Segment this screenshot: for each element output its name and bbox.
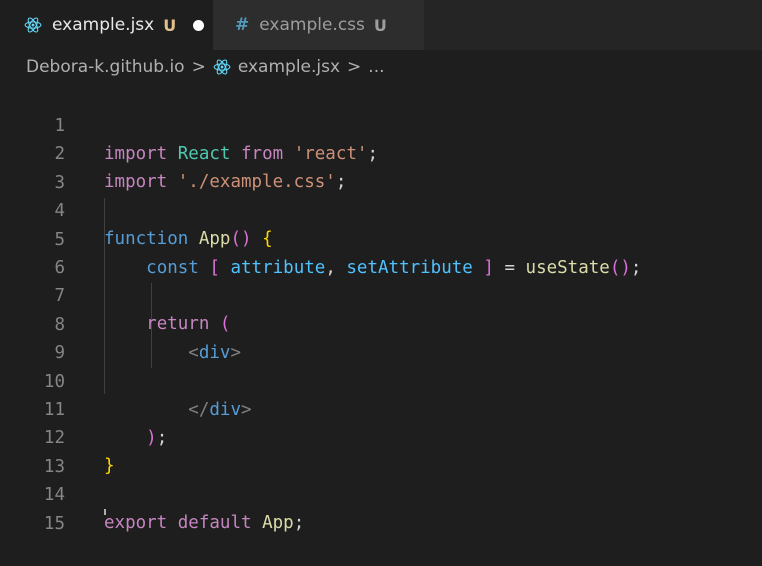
code-line: 14 export default App; [0, 453, 762, 533]
unsaved-dot-icon[interactable] [193, 19, 205, 31]
code-line: 8 <div> [0, 283, 762, 363]
code-line: 4 function App() { [0, 169, 762, 249]
tab-label: example.jsx [52, 15, 155, 35]
css-hash-icon: # [235, 15, 250, 35]
text-cursor [104, 509, 106, 515]
code-line: 15 [0, 482, 762, 534]
breadcrumb-file[interactable]: example.jsx [238, 57, 340, 77]
code-line: 9 [0, 311, 762, 363]
chevron-right-icon: > [191, 57, 206, 77]
tab-example-css[interactable]: # example.css U [213, 0, 424, 50]
code-text: export default App; [104, 513, 305, 534]
code-line: 2 import './example.css'; [0, 112, 762, 192]
tab-example-jsx[interactable]: example.jsx U [0, 0, 213, 50]
tab-bar: example.jsx U # example.css U [0, 0, 762, 50]
code-line: 12 } [0, 396, 762, 476]
code-line: 1 import React from 'react'; [0, 84, 762, 164]
git-status-badge: U [163, 15, 177, 35]
code-line: 10 </div> [0, 340, 762, 420]
code-line: 3 [0, 141, 762, 193]
react-icon [24, 16, 42, 34]
tab-label: example.css [259, 15, 365, 35]
code-line: 5 const [ attribute, setAttribute ] = us… [0, 198, 762, 278]
code-line: 13 [0, 425, 762, 477]
breadcrumb-more[interactable]: ... [368, 57, 384, 77]
breadcrumb-folder[interactable]: Debora-k.github.io [26, 57, 185, 77]
chevron-right-icon: > [347, 57, 362, 77]
breadcrumb: Debora-k.github.io > example.jsx > ... [0, 50, 762, 84]
code-line: 6 [0, 226, 762, 278]
code-editor[interactable]: 1 import React from 'react'; 2 import '.… [0, 84, 762, 534]
code-line: 11 ); [0, 368, 762, 448]
git-status-badge: U [373, 15, 387, 35]
code-line: 7 return ( [0, 254, 762, 334]
react-icon [213, 58, 231, 76]
